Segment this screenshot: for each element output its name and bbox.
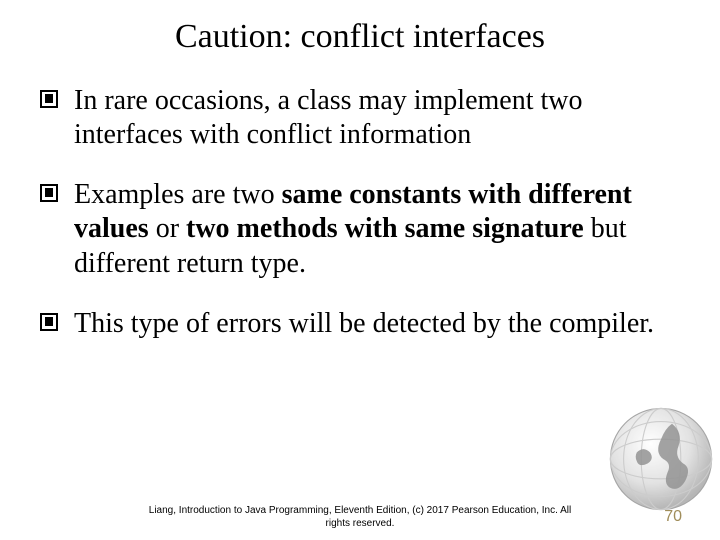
list-item: In rare occasions, a class may implement… bbox=[40, 84, 680, 152]
slide-title: Caution: conflict interfaces bbox=[40, 18, 680, 56]
list-item: Examples are two same constants with dif… bbox=[40, 178, 680, 280]
bullet-list: In rare occasions, a class may implement… bbox=[40, 84, 680, 341]
globe-icon bbox=[606, 404, 716, 514]
bullet-text: This type of errors will be detected by … bbox=[74, 308, 654, 339]
footer-line1: Liang, Introduction to Java Programming,… bbox=[149, 505, 571, 516]
checkbox-bullet-icon bbox=[40, 313, 58, 331]
page-number: 70 bbox=[664, 508, 682, 526]
footer-line2: rights reserved. bbox=[326, 518, 395, 529]
bullet-text-bold2: two methods with same signature bbox=[186, 213, 584, 244]
slide: Caution: conflict interfaces In rare occ… bbox=[0, 0, 720, 540]
bullet-text: In rare occasions, a class may implement… bbox=[74, 85, 583, 150]
list-item: This type of errors will be detected by … bbox=[40, 307, 680, 341]
bullet-text-mid: or bbox=[149, 213, 186, 244]
checkbox-bullet-icon bbox=[40, 184, 58, 202]
checkbox-bullet-icon bbox=[40, 90, 58, 108]
footer-attribution: Liang, Introduction to Java Programming,… bbox=[0, 505, 720, 530]
bullet-text-pre: Examples are two bbox=[74, 179, 282, 210]
